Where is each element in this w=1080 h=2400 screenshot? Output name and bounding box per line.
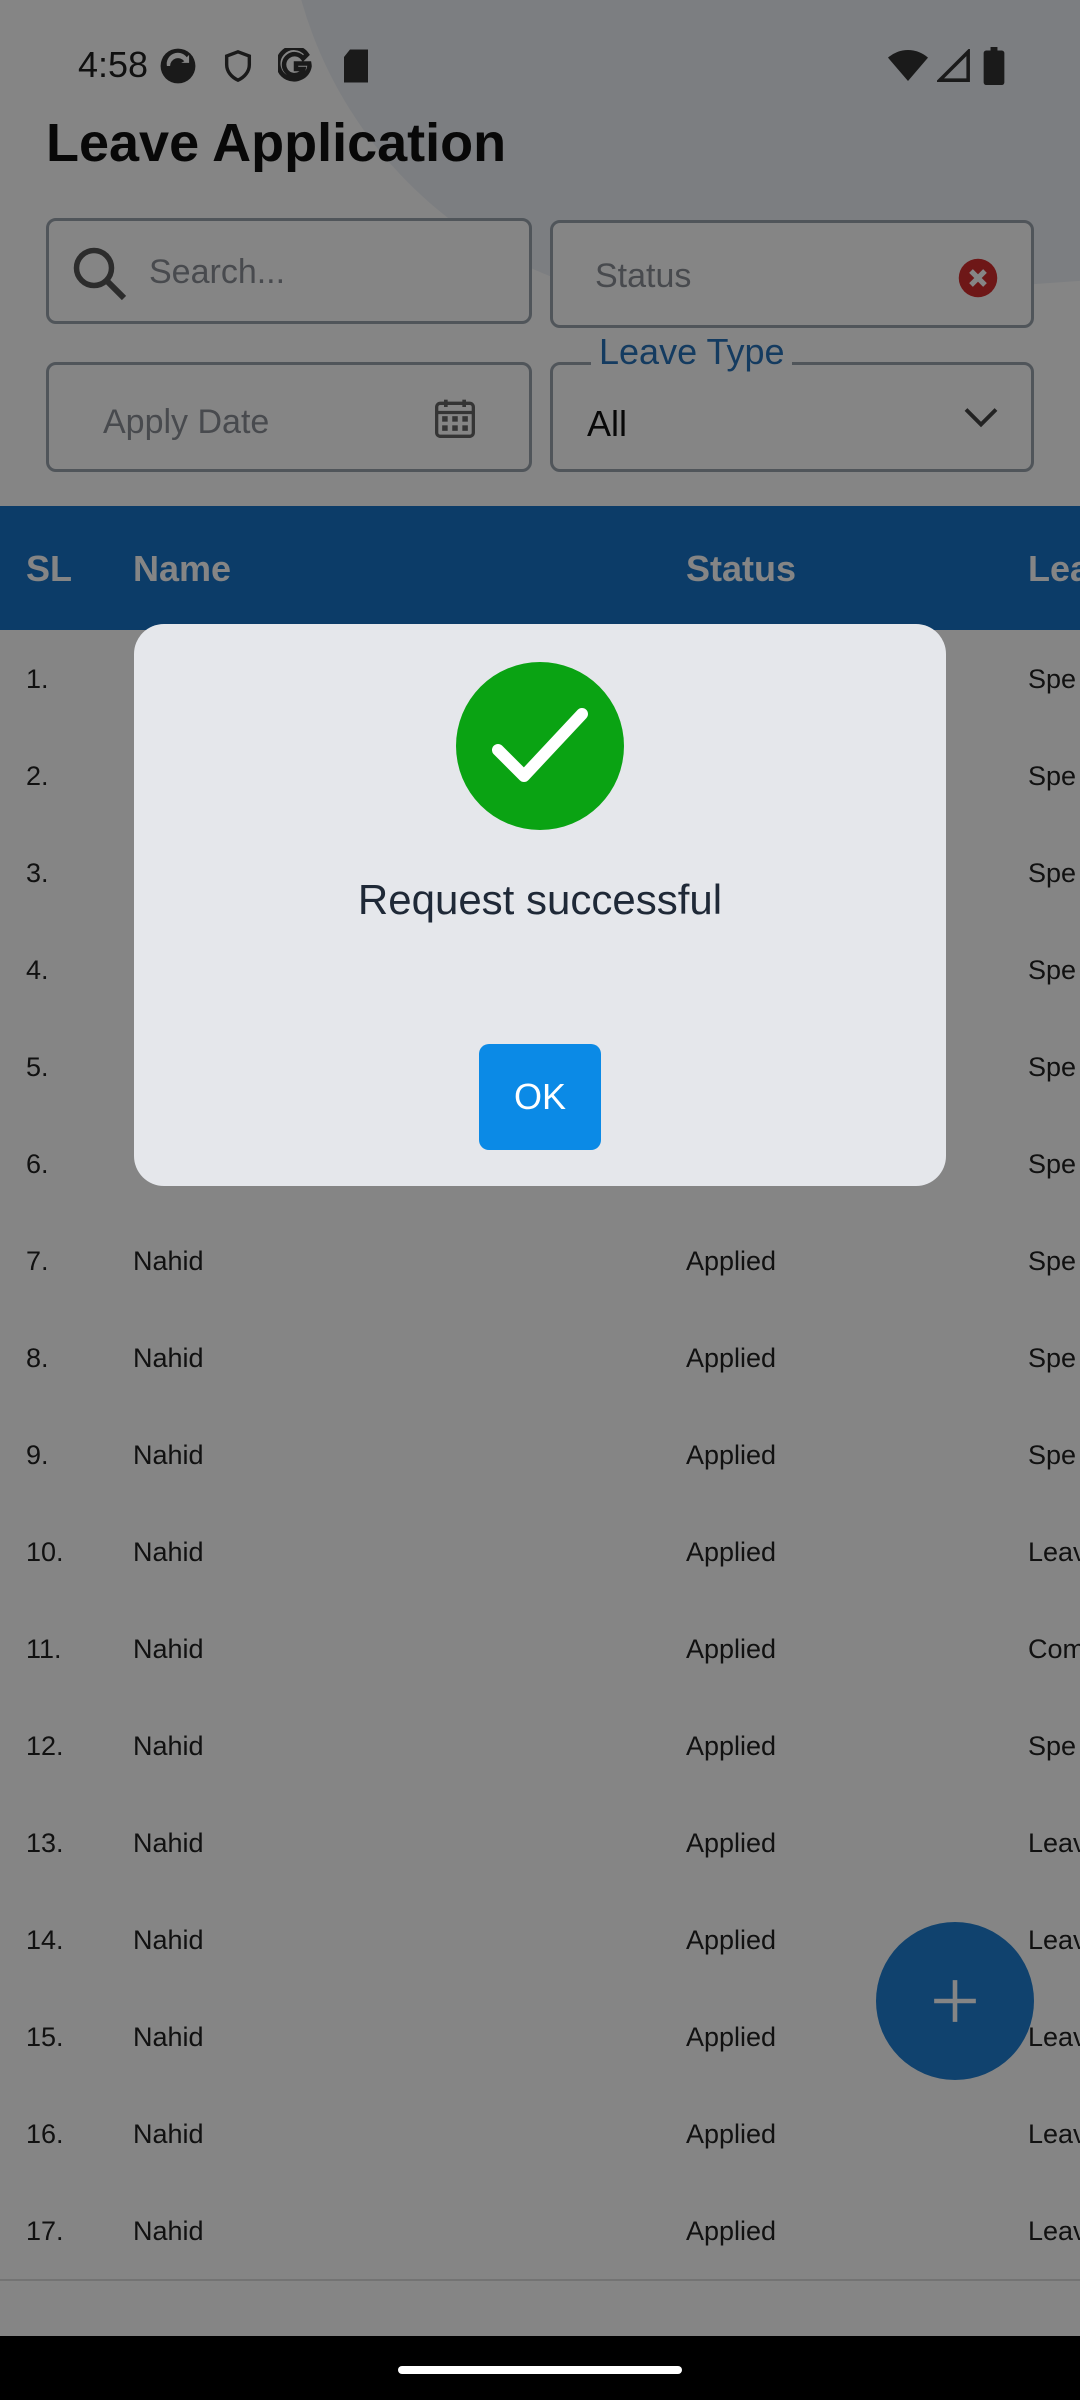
- ok-button[interactable]: OK: [479, 1044, 601, 1150]
- navigation-bar: [0, 2336, 1080, 2400]
- success-dialog: Request successful OK: [134, 624, 946, 1186]
- dialog-message: Request successful: [357, 876, 723, 923]
- success-check-icon: [456, 662, 624, 830]
- home-gesture-handle[interactable]: [398, 2366, 682, 2374]
